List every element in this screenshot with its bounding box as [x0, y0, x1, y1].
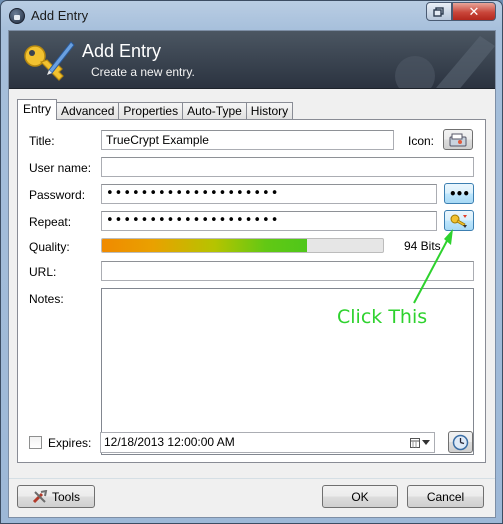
title-field[interactable]: TrueCrypt Example — [101, 130, 394, 150]
quality-fill — [102, 239, 308, 252]
tools-label: Tools — [51, 489, 80, 504]
expires-label: Expires: — [48, 436, 92, 450]
key-generator-icon — [450, 214, 467, 228]
calendar-icon — [410, 437, 420, 448]
tools-icon — [32, 489, 48, 503]
password-field[interactable]: •••••••••••••••••••• — [101, 184, 437, 204]
chevron-down-icon — [422, 439, 430, 445]
password-label: Password: — [29, 188, 86, 202]
expires-date-value: 12/18/2013 12:00:00 AM — [104, 435, 235, 449]
username-label: User name: — [29, 161, 92, 175]
ok-label: OK — [351, 489, 369, 504]
restore-button[interactable] — [426, 2, 452, 21]
tab-entry[interactable]: Entry — [17, 99, 58, 120]
cancel-button[interactable]: Cancel — [407, 485, 484, 508]
dialog-client: Add Entry Create a new entry. Entry Adva… — [8, 30, 496, 518]
dots-icon: ••• — [448, 186, 470, 201]
click-this-annotation: Click This — [337, 306, 428, 328]
quality-bar — [101, 238, 384, 253]
restore-icon — [433, 6, 444, 17]
banner-watermark-icon — [395, 36, 495, 88]
clock-icon — [452, 434, 469, 450]
calendar-dropdown[interactable] — [408, 435, 432, 450]
username-field[interactable] — [101, 157, 474, 177]
close-icon: ✕ — [468, 3, 480, 19]
quality-bits-text: 94 Bits — [404, 239, 441, 253]
expiry-presets-button[interactable] — [448, 431, 473, 453]
tab-advanced[interactable]: Advanced — [56, 102, 120, 120]
tab-properties[interactable]: Properties — [118, 102, 184, 120]
title-bar[interactable]: Add Entry ✕ — [1, 1, 502, 31]
ok-button[interactable]: OK — [322, 485, 398, 508]
tab-history[interactable]: History — [245, 102, 294, 120]
cancel-label: Cancel — [426, 489, 465, 504]
entry-tab-panel: Title: TrueCrypt Example Icon: User name… — [17, 119, 486, 463]
keepass-lock-icon — [9, 8, 25, 24]
tab-strip: Entry Advanced Properties Auto-Type Hist… — [17, 99, 294, 120]
footer-separator — [9, 478, 495, 479]
tools-button[interactable]: Tools — [17, 485, 95, 508]
tab-auto-type[interactable]: Auto-Type — [182, 102, 247, 120]
url-label: URL: — [29, 265, 57, 279]
icon-label: Icon: — [408, 134, 435, 148]
repeat-label: Repeat: — [29, 215, 72, 229]
repeat-password-field[interactable]: •••••••••••••••••••• — [101, 211, 437, 231]
close-button[interactable]: ✕ — [452, 2, 496, 21]
quality-label: Quality: — [29, 240, 70, 254]
password-generator-button[interactable] — [444, 210, 474, 231]
window-title: Add Entry — [31, 8, 89, 23]
url-field[interactable] — [101, 261, 474, 281]
title-label: Title: — [29, 134, 55, 148]
notes-label: Notes: — [29, 292, 64, 306]
entry-icon-icon — [449, 133, 467, 146]
key-pen-icon — [24, 41, 75, 81]
expires-date-field[interactable]: 12/18/2013 12:00:00 AM — [100, 432, 435, 453]
banner-subtitle: Create a new entry. — [91, 65, 195, 79]
icon-picker-button[interactable] — [443, 129, 473, 150]
add-entry-window: Add Entry ✕ Add Entry Create a new entry… — [0, 0, 503, 524]
expires-checkbox[interactable] — [29, 436, 42, 449]
show-password-button[interactable]: ••• — [444, 183, 474, 204]
banner: Add Entry Create a new entry. — [9, 31, 495, 89]
banner-title: Add Entry — [82, 41, 162, 61]
